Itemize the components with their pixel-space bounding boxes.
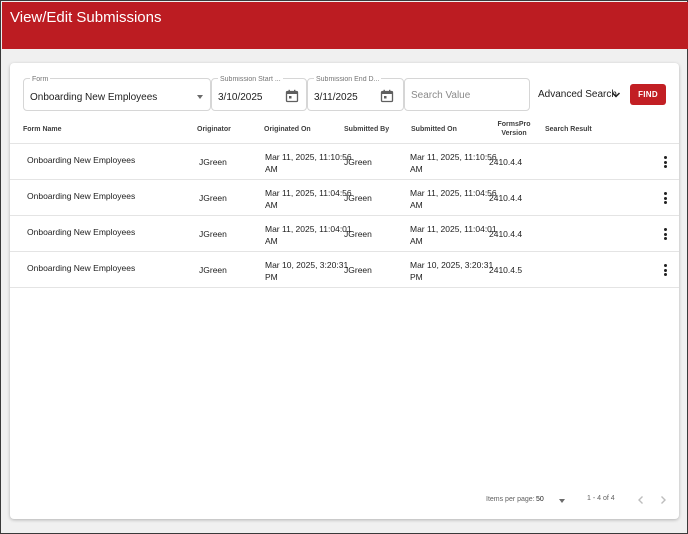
- form-select[interactable]: Form Onboarding New Employees: [23, 76, 211, 111]
- column-header-submitted-by[interactable]: Submitted By: [344, 125, 389, 134]
- column-header-submitted-on[interactable]: Submitted On: [411, 125, 457, 134]
- chevron-down-icon[interactable]: [611, 91, 621, 99]
- calendar-icon[interactable]: [380, 89, 394, 103]
- cell-submitted-on: Mar 10, 2025, 3:20:31 PM: [410, 260, 493, 283]
- cell-version: 2410.4.5: [489, 265, 523, 275]
- cell-version: 2410.4.4: [489, 157, 523, 167]
- cell-originated-on-line2: AM: [265, 199, 278, 210]
- cell-submitted-on: Mar 11, 2025, 11:10:56 AM: [410, 152, 497, 175]
- find-button[interactable]: FIND: [630, 84, 666, 105]
- items-per-page-select[interactable]: 50: [536, 496, 544, 503]
- top-bar: View/Edit Submissions: [2, 2, 688, 49]
- cell-originated-on: Mar 10, 2025, 3:20:31 PM: [265, 260, 348, 283]
- cell-originator: JGreen: [199, 229, 227, 239]
- pagination-range: 1 - 4 of 4: [587, 495, 615, 502]
- start-date-value: 3/10/2025: [218, 92, 263, 103]
- cell-form-name: Onboarding New Employees: [27, 263, 136, 273]
- more-actions-icon[interactable]: [664, 156, 668, 168]
- column-header-form-name[interactable]: Form Name: [23, 125, 62, 134]
- cell-submitted-on-line1: Mar 11, 2025, 11:04:56: [410, 188, 497, 198]
- calendar-icon[interactable]: [285, 89, 299, 103]
- table-row[interactable]: Onboarding New Employees JGreen Mar 11, …: [10, 216, 679, 252]
- cell-originated-on-line1: Mar 10, 2025, 3:20:31: [265, 260, 349, 270]
- more-actions-icon[interactable]: [664, 228, 668, 240]
- table-row[interactable]: Onboarding New Employees JGreen Mar 10, …: [10, 252, 679, 288]
- cell-originator: JGreen: [199, 193, 227, 203]
- cell-originated-on-line2: AM: [265, 163, 278, 174]
- cell-originated-on: Mar 11, 2025, 11:10:56 AM: [265, 152, 352, 175]
- form-select-label: Form: [30, 76, 51, 83]
- column-header-formspro-version[interactable]: FormsPro Version: [494, 120, 534, 138]
- search-value-input[interactable]: Search Value: [404, 78, 530, 111]
- cell-submitted-on-line1: Mar 11, 2025, 11:04:01: [410, 224, 497, 234]
- dropdown-caret-icon[interactable]: [559, 499, 565, 503]
- start-date-label: Submission Start ...: [218, 76, 283, 83]
- cell-originated-on-line1: Mar 11, 2025, 11:10:56: [265, 152, 352, 162]
- end-date-label: Submission End D...: [314, 76, 382, 83]
- dropdown-caret-icon: [197, 95, 203, 99]
- column-header-search-result[interactable]: Search Result: [545, 125, 592, 134]
- search-value-placeholder: Search Value: [411, 90, 471, 101]
- page-title: View/Edit Submissions: [10, 9, 162, 26]
- cell-submitted-on: Mar 11, 2025, 11:04:56 AM: [410, 188, 497, 211]
- cell-originated-on-line1: Mar 11, 2025, 11:04:01: [265, 224, 352, 234]
- cell-submitted-on-line2: AM: [410, 163, 423, 174]
- cell-originator: JGreen: [199, 157, 227, 167]
- cell-originated-on: Mar 11, 2025, 11:04:56 AM: [265, 188, 352, 211]
- cell-originated-on-line2: PM: [265, 271, 278, 282]
- cell-submitted-on-line2: AM: [410, 235, 423, 246]
- app-window: View/Edit Submissions Form Onboarding Ne…: [0, 0, 688, 534]
- cell-submitted-on-line1: Mar 10, 2025, 3:20:31: [410, 260, 494, 270]
- table-row[interactable]: Onboarding New Employees JGreen Mar 11, …: [10, 144, 679, 180]
- cell-form-name: Onboarding New Employees: [27, 155, 136, 165]
- cell-version: 2410.4.4: [489, 229, 523, 239]
- advanced-search-toggle[interactable]: Advanced Search: [538, 89, 617, 100]
- column-header-version-line1: FormsPro: [497, 121, 531, 128]
- form-select-value: Onboarding New Employees: [30, 92, 158, 103]
- cell-submitted-by: JGreen: [344, 229, 372, 239]
- cell-form-name: Onboarding New Employees: [27, 227, 136, 237]
- cell-version: 2410.4.4: [489, 193, 523, 203]
- cell-submitted-by: JGreen: [344, 265, 372, 275]
- cell-submitted-on-line1: Mar 11, 2025, 11:10:56: [410, 152, 497, 162]
- end-date-value: 3/11/2025: [314, 92, 358, 103]
- previous-page-icon[interactable]: [637, 495, 645, 505]
- more-actions-icon[interactable]: [664, 264, 668, 276]
- column-header-version-line2: Version: [501, 130, 527, 137]
- column-header-originated-on[interactable]: Originated On: [264, 125, 311, 134]
- cell-originated-on-line2: AM: [265, 235, 278, 246]
- cell-originated-on-line1: Mar 11, 2025, 11:04:56: [265, 188, 352, 198]
- cell-originated-on: Mar 11, 2025, 11:04:01 AM: [265, 224, 352, 247]
- cell-submitted-by: JGreen: [344, 193, 372, 203]
- cell-submitted-on-line2: AM: [410, 199, 423, 210]
- cell-submitted-on-line2: PM: [410, 271, 423, 282]
- table-row[interactable]: Onboarding New Employees JGreen Mar 11, …: [10, 180, 679, 216]
- cell-submitted-on: Mar 11, 2025, 11:04:01 AM: [410, 224, 497, 247]
- submissions-card: Form Onboarding New Employees Submission…: [10, 63, 679, 519]
- cell-submitted-by: JGreen: [344, 157, 372, 167]
- more-actions-icon[interactable]: [664, 192, 668, 204]
- cell-originator: JGreen: [199, 265, 227, 275]
- end-date-field[interactable]: Submission End D... 3/11/2025: [307, 76, 404, 111]
- start-date-field[interactable]: Submission Start ... 3/10/2025: [211, 76, 307, 111]
- items-per-page-label: Items per page:: [486, 496, 535, 503]
- next-page-icon[interactable]: [659, 495, 667, 505]
- cell-form-name: Onboarding New Employees: [27, 191, 136, 201]
- column-header-originator[interactable]: Originator: [197, 125, 231, 134]
